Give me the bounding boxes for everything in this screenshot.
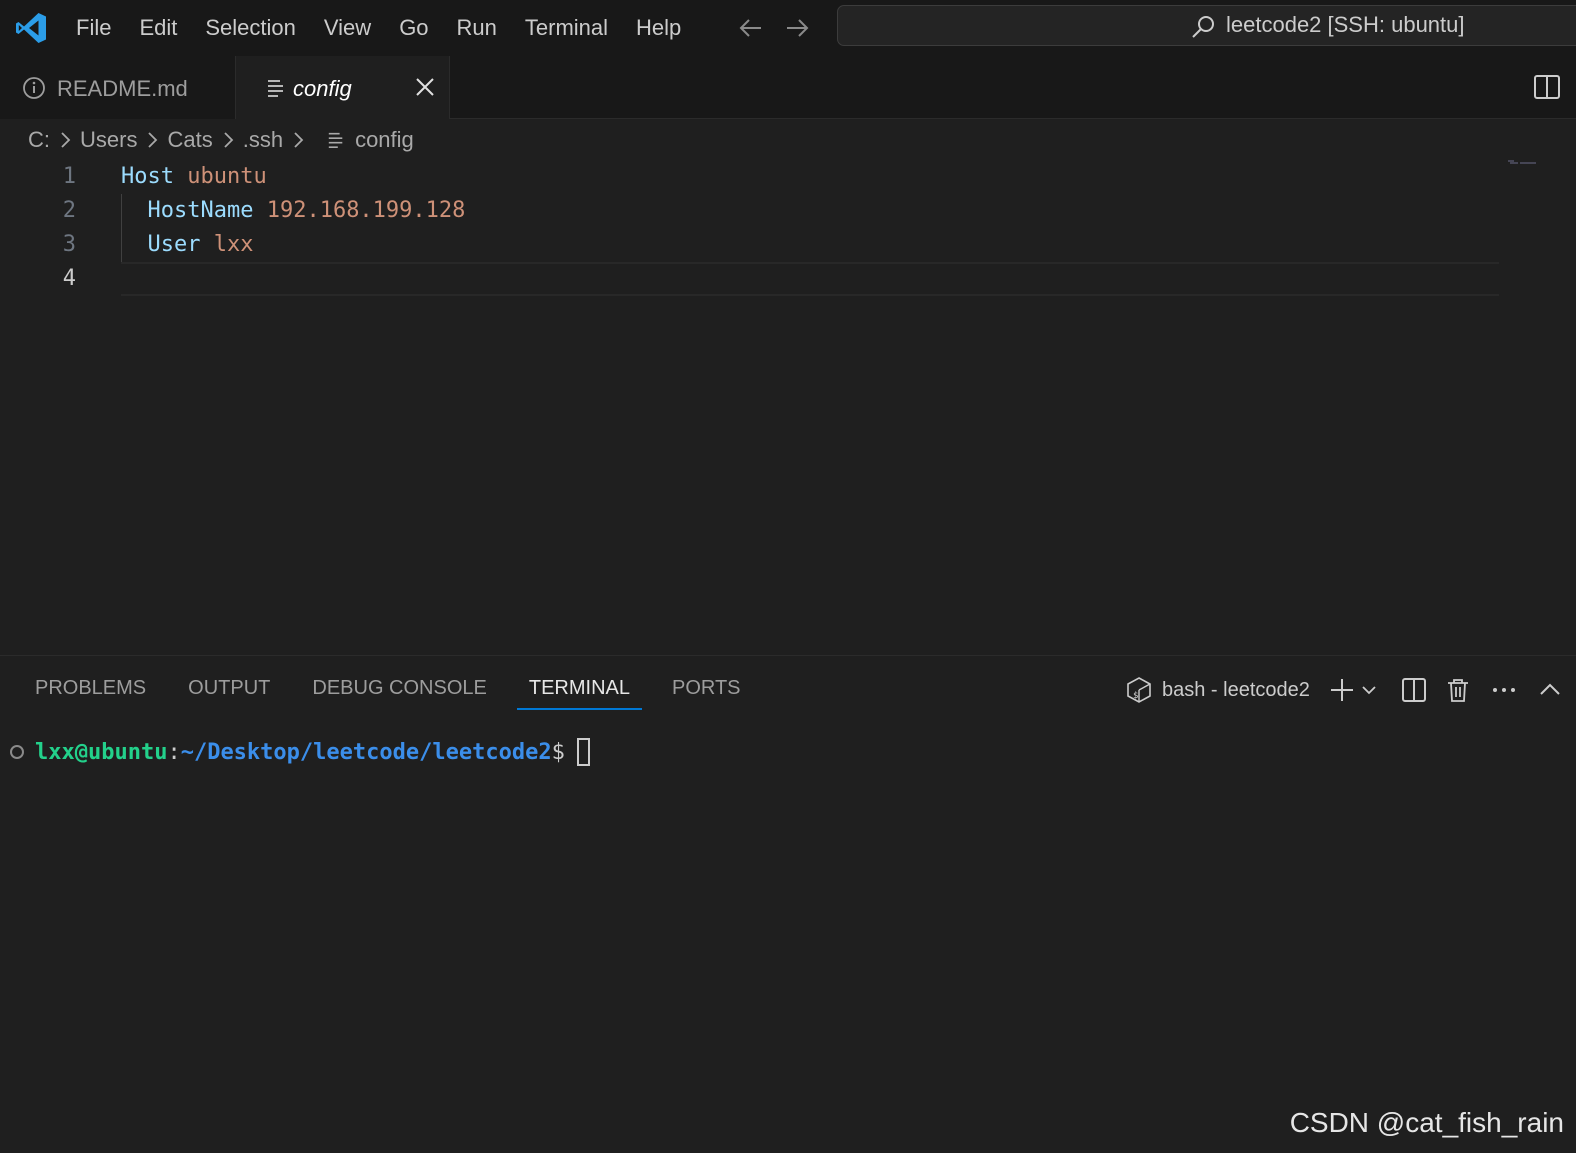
tab-readme[interactable]: README.md xyxy=(0,56,236,119)
menu-go[interactable]: Go xyxy=(385,8,442,48)
breadcrumb: C: Users Cats .ssh config xyxy=(28,125,414,155)
panel-tabs: PROBLEMS OUTPUT DEBUG CONSOLE TERMINAL P… xyxy=(20,670,768,710)
file-lines-icon xyxy=(328,132,343,149)
search-icon xyxy=(1192,16,1214,38)
tab-terminal[interactable]: TERMINAL xyxy=(514,670,645,710)
config-key: User xyxy=(147,232,201,257)
code-line[interactable]: 4 xyxy=(0,262,1500,296)
command-decoration-icon[interactable] xyxy=(10,745,24,759)
config-value: 192.168.199.128 xyxy=(266,198,466,223)
vscode-logo-icon[interactable] xyxy=(14,11,48,45)
chevron-right-icon xyxy=(148,132,158,148)
code-line[interactable]: 2 HostName 192.168.199.128 xyxy=(0,194,1500,228)
terminal-selector[interactable]: $ bash - leetcode2 xyxy=(1126,670,1310,710)
bottom-panel: PROBLEMS OUTPUT DEBUG CONSOLE TERMINAL P… xyxy=(0,655,1576,1153)
svg-text:$: $ xyxy=(1133,691,1138,701)
code-editor[interactable]: 1 Host ubuntu 2 HostName 192.168.199.128… xyxy=(0,160,1576,655)
chevron-right-icon xyxy=(224,132,233,148)
config-key: Host xyxy=(121,164,174,189)
terminal-user-host: lxx@ubuntu xyxy=(35,739,168,765)
title-bar: File Edit Selection View Go Run Terminal… xyxy=(0,0,1576,56)
line-number: 1 xyxy=(62,164,76,189)
terminal-prompt-symbol: $ xyxy=(551,739,565,765)
back-arrow-icon[interactable] xyxy=(735,12,767,44)
breadcrumb-item-ssh[interactable]: .ssh xyxy=(243,127,283,153)
more-actions-icon[interactable] xyxy=(1490,676,1518,704)
tab-problems[interactable]: PROBLEMS xyxy=(20,670,161,710)
menu-terminal[interactable]: Terminal xyxy=(511,8,622,48)
tab-readme-label: README.md xyxy=(57,76,188,101)
terminal-prompt-line[interactable]: lxx@ubuntu: ~/Desktop/leetcode/leetcode2 $ xyxy=(10,735,590,769)
editor-tab-bar: README.md config xyxy=(0,56,1576,119)
chevron-right-icon xyxy=(294,132,304,148)
breadcrumb-item-users[interactable]: Users xyxy=(80,127,137,153)
trash-icon[interactable] xyxy=(1444,676,1472,704)
tab-config-label: config xyxy=(293,76,352,101)
breadcrumb-item-config[interactable]: config xyxy=(355,127,414,153)
plus-icon[interactable] xyxy=(1328,676,1356,704)
breadcrumb-item-cats[interactable]: Cats xyxy=(167,127,212,153)
menu-file[interactable]: File xyxy=(62,8,125,48)
terminal-name-label: bash - leetcode2 xyxy=(1162,678,1310,701)
chevron-up-icon[interactable] xyxy=(1536,676,1564,704)
split-terminal-icon[interactable] xyxy=(1400,676,1428,704)
command-center[interactable]: leetcode2 [SSH: ubuntu] xyxy=(837,5,1576,46)
close-icon[interactable] xyxy=(414,76,436,98)
terminal-cursor xyxy=(576,738,590,766)
menu-edit[interactable]: Edit xyxy=(125,8,191,48)
info-icon xyxy=(23,77,45,99)
line-number: 4 xyxy=(62,266,76,291)
minimap[interactable] xyxy=(1508,160,1536,166)
line-number: 2 xyxy=(62,198,76,223)
tab-ports[interactable]: PORTS xyxy=(657,670,756,710)
forward-arrow-icon[interactable] xyxy=(781,12,813,44)
tab-output[interactable]: OUTPUT xyxy=(173,670,285,710)
code-line[interactable]: 1 Host ubuntu xyxy=(0,160,1500,194)
config-value: lxx xyxy=(213,232,254,257)
menu-view[interactable]: View xyxy=(310,8,385,48)
chevron-right-icon xyxy=(61,132,71,148)
menu-help[interactable]: Help xyxy=(622,8,695,48)
command-center-text: leetcode2 [SSH: ubuntu] xyxy=(1226,12,1465,37)
terminal-bash-icon: $ xyxy=(1127,677,1151,703)
config-key: HostName xyxy=(147,198,254,223)
split-editor-icon[interactable] xyxy=(1532,72,1562,102)
file-lines-icon xyxy=(268,80,283,97)
code-line[interactable]: 3 User lxx xyxy=(0,228,1500,262)
line-number: 3 xyxy=(62,232,76,257)
tab-debug-console[interactable]: DEBUG CONSOLE xyxy=(297,670,501,710)
menu-selection[interactable]: Selection xyxy=(191,8,310,48)
menu-run[interactable]: Run xyxy=(443,8,511,48)
breadcrumb-item-drive[interactable]: C: xyxy=(28,127,50,153)
config-value: ubuntu xyxy=(187,164,267,189)
tab-config[interactable]: config xyxy=(236,56,450,119)
watermark: CSDN @cat_fish_rain xyxy=(1289,1107,1564,1138)
terminal-colon: : xyxy=(167,739,181,765)
terminal-path: ~/Desktop/leetcode/leetcode2 xyxy=(180,739,552,765)
panel-actions: $ bash - leetcode2 xyxy=(1116,670,1576,710)
chevron-down-icon[interactable] xyxy=(1360,676,1378,704)
menu-bar: File Edit Selection View Go Run Terminal… xyxy=(62,0,695,56)
